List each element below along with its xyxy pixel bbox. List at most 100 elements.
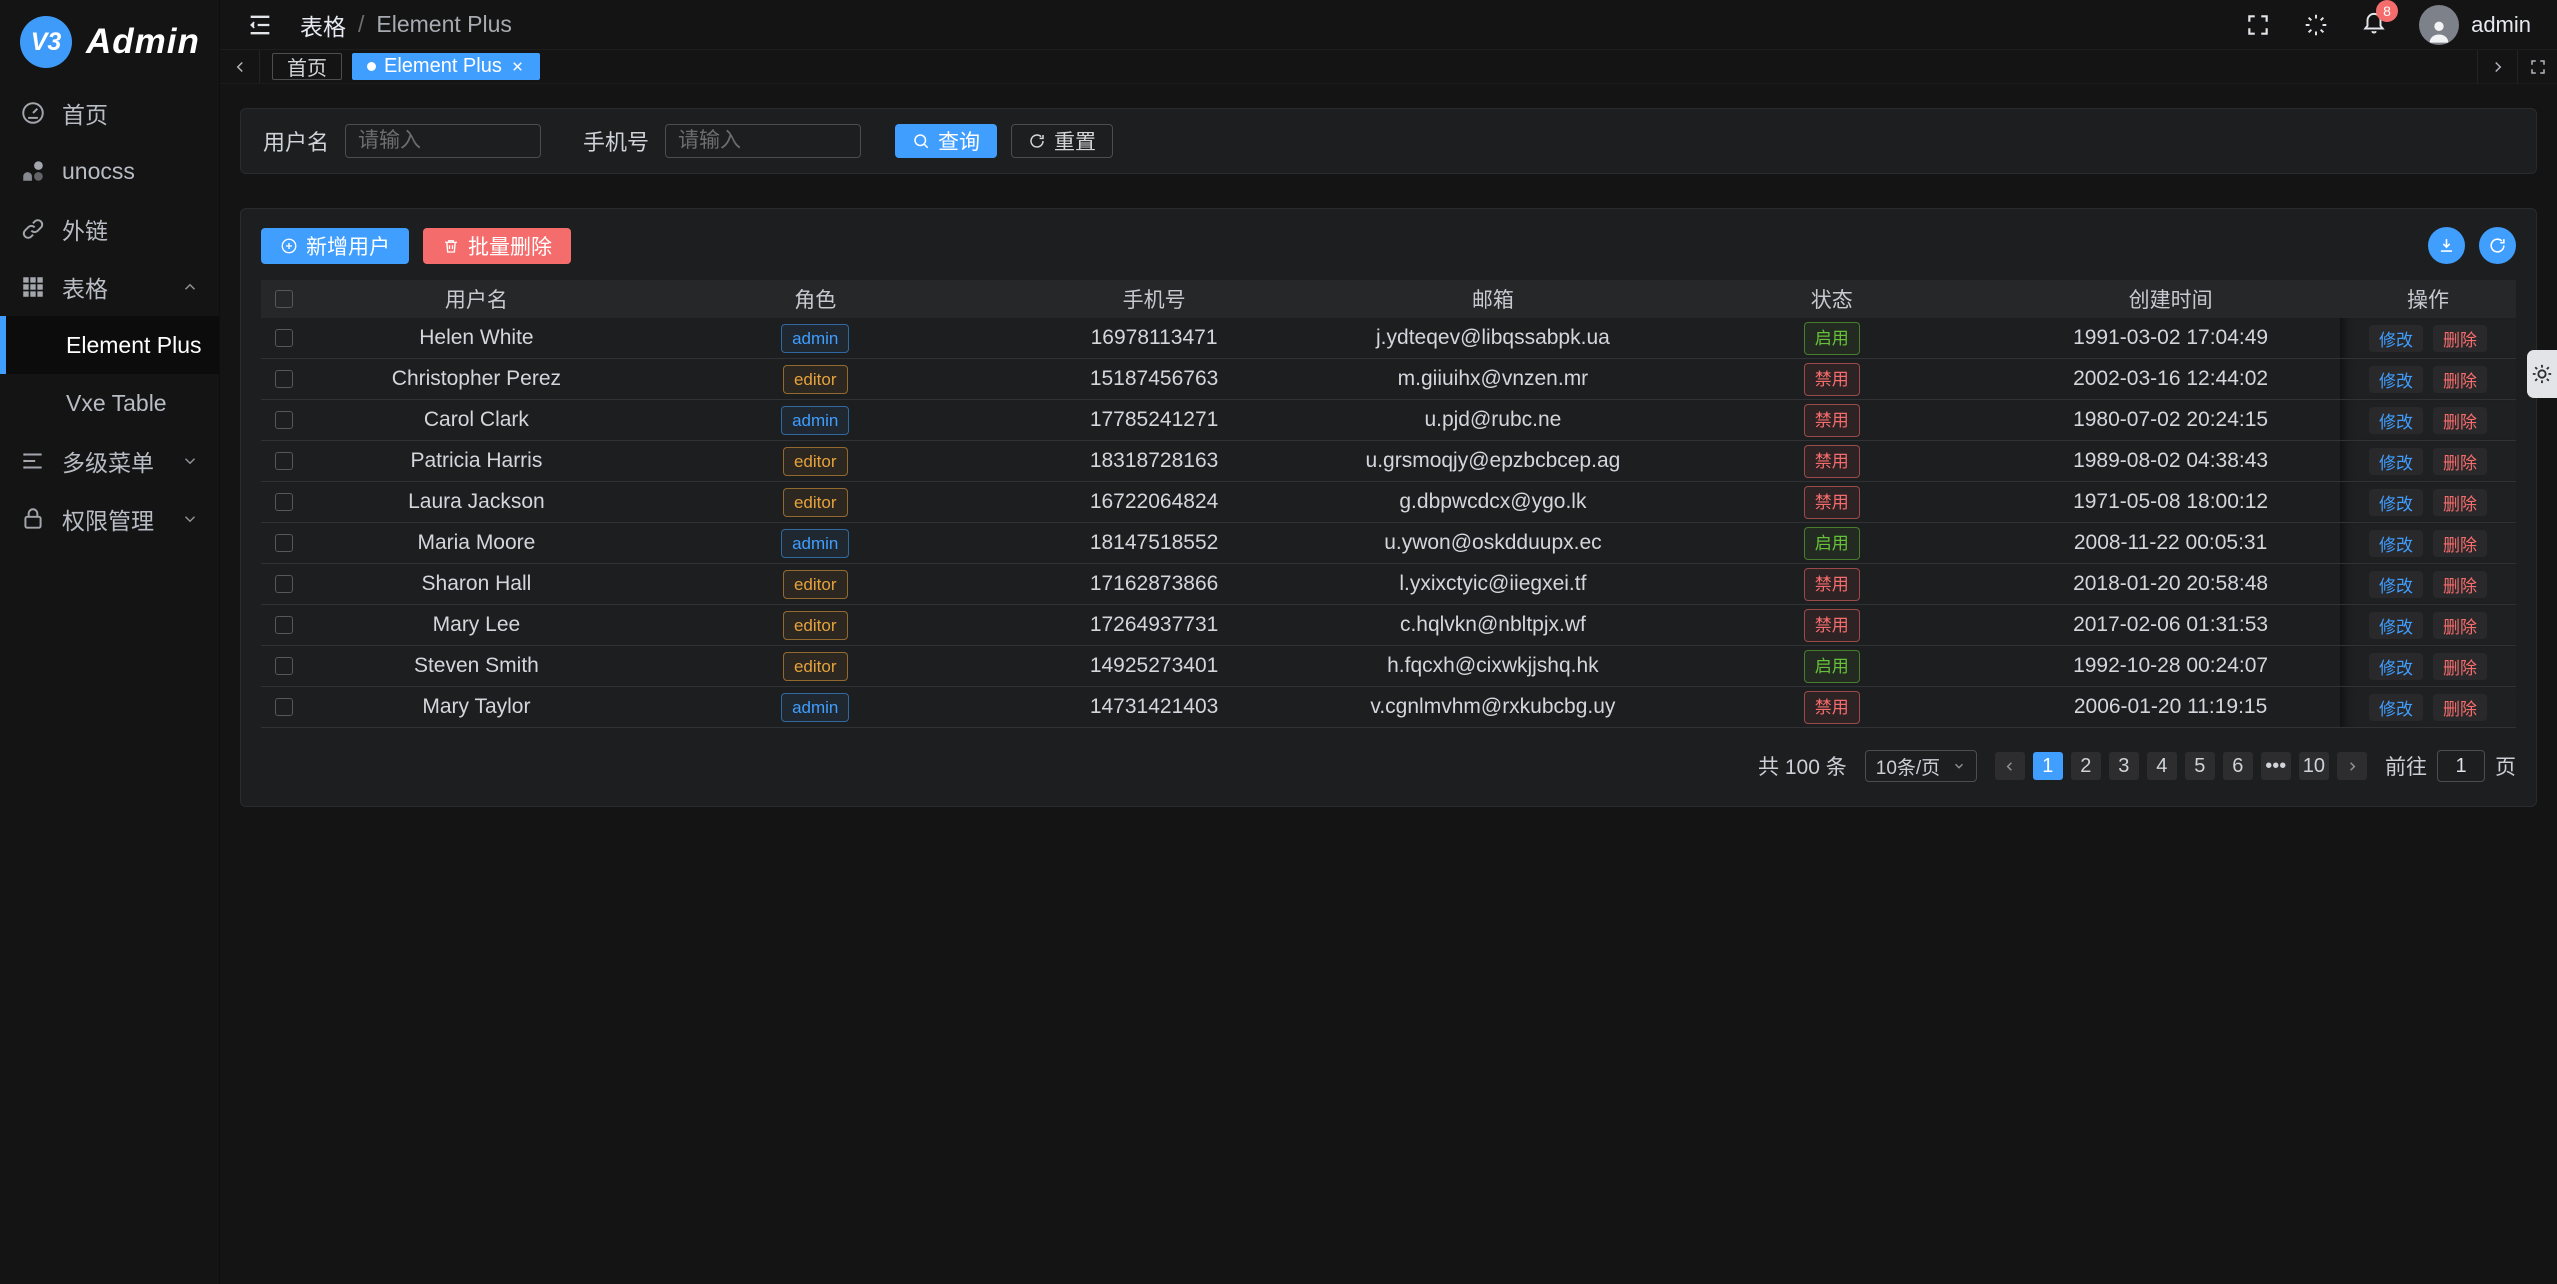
tab-home[interactable]: 首页: [272, 53, 342, 80]
row-checkbox[interactable]: [275, 657, 293, 675]
goto-page-input[interactable]: [2437, 750, 2485, 782]
edit-button[interactable]: 修改: [2369, 489, 2423, 516]
row-checkbox[interactable]: [275, 534, 293, 552]
fullscreen-icon: [2529, 58, 2547, 76]
chevron-right-icon: [2489, 58, 2507, 76]
edit-button[interactable]: 修改: [2369, 325, 2423, 352]
delete-button[interactable]: 删除: [2433, 325, 2487, 352]
column-header: 手机号: [985, 280, 1324, 318]
collapse-sidebar-icon[interactable]: [246, 11, 274, 39]
phone-input[interactable]: [665, 124, 861, 158]
settings-panel-button[interactable]: [2527, 350, 2557, 398]
sidebar-item-home[interactable]: 首页: [0, 84, 219, 142]
page-button[interactable]: 3: [2109, 752, 2139, 780]
delete-button[interactable]: 删除: [2433, 571, 2487, 598]
delete-button[interactable]: 删除: [2433, 366, 2487, 393]
theme-icon[interactable]: [2303, 12, 2329, 38]
row-checkbox[interactable]: [275, 452, 293, 470]
actions-cell: 修改删除: [2340, 359, 2516, 399]
sidebar-item-label: 首页: [62, 96, 108, 130]
notifications-button[interactable]: 8: [2361, 9, 2387, 40]
chevron-down-icon: [181, 452, 199, 470]
page-button[interactable]: 6: [2223, 752, 2253, 780]
next-page-button[interactable]: [2337, 752, 2367, 780]
prev-page-button[interactable]: [1995, 752, 2025, 780]
user-icon: [2425, 17, 2453, 45]
edit-button[interactable]: 修改: [2369, 530, 2423, 557]
edit-button[interactable]: 修改: [2369, 407, 2423, 434]
query-button[interactable]: 查询: [895, 124, 997, 158]
created-time-cell: 2018-01-20 20:58:48: [2001, 564, 2340, 604]
delete-button[interactable]: 删除: [2433, 489, 2487, 516]
multilevel-menu-icon: [20, 448, 46, 474]
sidebar-item-vxe-table[interactable]: Vxe Table: [0, 374, 219, 432]
select-all-checkbox[interactable]: [275, 290, 293, 308]
row-checkbox[interactable]: [275, 616, 293, 634]
actions-cell: 修改删除: [2340, 646, 2516, 686]
edit-button[interactable]: 修改: [2369, 694, 2423, 721]
close-icon[interactable]: [510, 59, 525, 74]
row-checkbox[interactable]: [275, 370, 293, 388]
edit-button[interactable]: 修改: [2369, 571, 2423, 598]
sidebar-item-permission[interactable]: 权限管理: [0, 490, 219, 548]
username-input[interactable]: [345, 124, 541, 158]
role-tag: admin: [781, 406, 849, 435]
sidebar-item-external-link[interactable]: 外链: [0, 200, 219, 258]
page-button[interactable]: 5: [2185, 752, 2215, 780]
tab-element-plus[interactable]: Element Plus: [352, 53, 540, 80]
tabs-scroll-left-button[interactable]: [220, 50, 260, 83]
column-header: 创建时间: [2001, 280, 2340, 318]
row-checkbox[interactable]: [275, 329, 293, 347]
delete-button[interactable]: 删除: [2433, 653, 2487, 680]
row-checkbox[interactable]: [275, 411, 293, 429]
page-button[interactable]: 1: [2033, 752, 2063, 780]
user-menu[interactable]: admin: [2419, 5, 2531, 45]
actions-cell: 修改删除: [2340, 605, 2516, 645]
sidebar-item-element-plus[interactable]: Element Plus: [0, 316, 219, 374]
tabs: 首页 Element Plus: [260, 53, 2477, 80]
fullscreen-icon[interactable]: [2245, 12, 2271, 38]
sidebar-item-multilevel-menu[interactable]: 多级菜单: [0, 432, 219, 490]
delete-button[interactable]: 删除: [2433, 448, 2487, 475]
breadcrumb-parent[interactable]: 表格: [300, 8, 346, 42]
delete-button[interactable]: 删除: [2433, 612, 2487, 639]
role-tag: editor: [783, 488, 848, 517]
delete-button[interactable]: 删除: [2433, 407, 2487, 434]
avatar: [2419, 5, 2459, 45]
page-button[interactable]: 10: [2299, 752, 2329, 780]
reset-button[interactable]: 重置: [1011, 124, 1113, 158]
download-button[interactable]: [2428, 227, 2465, 264]
page-size-select[interactable]: 10条/页: [1865, 750, 1977, 782]
page-button[interactable]: 2: [2071, 752, 2101, 780]
table-row: Christopher Perezeditor15187456763m.giiu…: [261, 359, 2516, 400]
delete-button[interactable]: 删除: [2433, 694, 2487, 721]
row-checkbox[interactable]: [275, 698, 293, 716]
actions-cell: 修改删除: [2340, 318, 2516, 358]
more-pages-button[interactable]: •••: [2261, 752, 2291, 780]
phone-label: 手机号: [583, 125, 649, 157]
email-cell: g.dbpwcdcx@ygo.lk: [1324, 482, 1663, 522]
refresh-table-button[interactable]: [2479, 227, 2516, 264]
status-cell: 禁用: [1662, 564, 2001, 604]
username-cell: Mary Lee: [307, 605, 646, 645]
role-cell: admin: [646, 523, 985, 563]
edit-button[interactable]: 修改: [2369, 653, 2423, 680]
batch-delete-button[interactable]: 批量删除: [423, 228, 571, 264]
sidebar-item-table[interactable]: 表格: [0, 258, 219, 316]
tabs-scroll-right-button[interactable]: [2477, 50, 2517, 83]
edit-button[interactable]: 修改: [2369, 612, 2423, 639]
sidebar-item-unocss[interactable]: unocss: [0, 142, 219, 200]
page-button[interactable]: 4: [2147, 752, 2177, 780]
created-time-cell: 1971-05-08 18:00:12: [2001, 482, 2340, 522]
delete-button[interactable]: 删除: [2433, 530, 2487, 557]
role-tag: editor: [783, 611, 848, 640]
edit-button[interactable]: 修改: [2369, 366, 2423, 393]
content-fullscreen-button[interactable]: [2517, 50, 2557, 83]
edit-button[interactable]: 修改: [2369, 448, 2423, 475]
sidebar-item-label: unocss: [62, 158, 135, 185]
row-checkbox[interactable]: [275, 493, 293, 511]
row-checkbox[interactable]: [275, 575, 293, 593]
phone-cell: 17264937731: [985, 605, 1324, 645]
row-select-cell: [261, 646, 307, 686]
add-user-button[interactable]: 新增用户: [261, 228, 409, 264]
